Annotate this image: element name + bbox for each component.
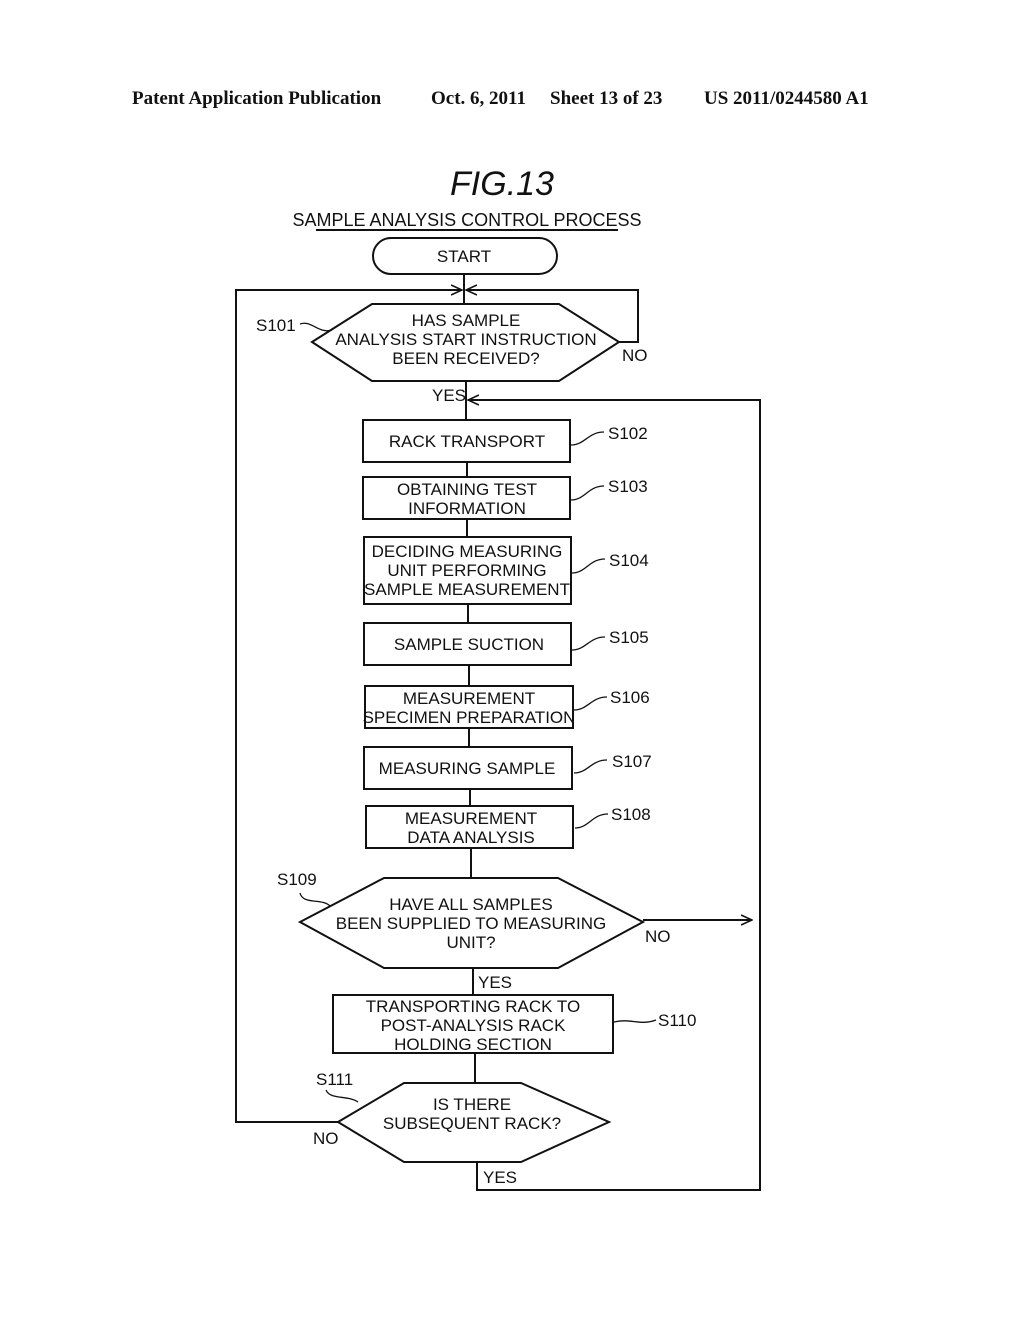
step-label-s110: S110 (658, 1011, 696, 1030)
leader-s109 (299, 892, 331, 907)
s108-line-2: DATA ANALYSIS (407, 828, 535, 847)
node-start: START (372, 237, 558, 275)
s101-line-2: ANALYSIS START INSTRUCTION (335, 330, 596, 349)
s101-line-1: HAS SAMPLE (412, 311, 521, 330)
step-label-s111: S111 (316, 1070, 353, 1089)
s104-line-1: DECIDING MEASURING (372, 542, 563, 561)
node-s101: HAS SAMPLE ANALYSIS START INSTRUCTION BE… (256, 303, 648, 405)
s111-line-1: IS THERE (433, 1095, 511, 1114)
leader-s106 (573, 696, 608, 711)
leader-s105 (571, 636, 606, 651)
figure-subtitle: SAMPLE ANALYSIS CONTROL PROCESS (292, 210, 641, 230)
s109-line-2: BEEN SUPPLIED TO MEASURING (336, 914, 607, 933)
leader-s110 (613, 1019, 657, 1023)
s103-line-2: INFORMATION (408, 499, 526, 518)
leader-s108 (574, 813, 609, 829)
node-s108: MEASUREMENT DATA ANALYSIS S108 (365, 805, 651, 849)
leader-s111 (325, 1089, 359, 1103)
step-label-s104: S104 (609, 551, 649, 570)
s110-line-1: TRANSPORTING RACK TO (366, 997, 580, 1016)
s101-no-label: NO (622, 346, 648, 365)
step-label-s107: S107 (612, 752, 652, 771)
s101-line-3: BEEN RECEIVED? (392, 349, 539, 368)
s104-line-2: UNIT PERFORMING (387, 561, 546, 580)
node-s111: IS THERE SUBSEQUENT RACK? S111 NO YES (313, 1070, 612, 1187)
step-label-s106: S106 (610, 688, 650, 707)
s101-yes-label: YES (432, 386, 466, 405)
s109-line-3: UNIT? (446, 933, 495, 952)
node-s104: DECIDING MEASURING UNIT PERFORMING SAMPL… (363, 536, 649, 605)
node-s105: SAMPLE SUCTION S105 (363, 622, 649, 666)
s106-line-1: MEASUREMENT (403, 689, 535, 708)
s109-yes-label: YES (478, 973, 512, 992)
s111-no-label: NO (313, 1129, 339, 1148)
figure-title: FIG.13 (450, 165, 554, 203)
start-label: START (437, 247, 491, 266)
leader-s103 (570, 485, 605, 501)
node-s102: RACK TRANSPORT S102 (362, 419, 648, 463)
step-label-s101: S101 (256, 316, 296, 335)
s111-yes-label: YES (483, 1168, 517, 1187)
s111-line-2: SUBSEQUENT RACK? (383, 1114, 561, 1133)
s104-line-3: SAMPLE MEASUREMENT (364, 580, 570, 599)
step-label-s102: S102 (608, 424, 648, 443)
s103-line-1: OBTAINING TEST (397, 480, 537, 499)
s109-line-1: HAVE ALL SAMPLES (389, 895, 552, 914)
step-label-s105: S105 (609, 628, 649, 647)
leader-s107 (573, 759, 608, 774)
step-label-s109: S109 (277, 870, 317, 889)
node-s110: TRANSPORTING RACK TO POST-ANALYSIS RACK … (332, 994, 696, 1054)
s105-line-1: SAMPLE SUCTION (394, 635, 544, 654)
s108-line-1: MEASUREMENT (405, 809, 537, 828)
node-s103: OBTAINING TEST INFORMATION S103 (362, 476, 648, 520)
node-s106: MEASUREMENT SPECIMEN PREPARATION S106 (363, 685, 650, 729)
s109-no-label: NO (645, 927, 671, 946)
s110-line-2: POST-ANALYSIS RACK (381, 1016, 567, 1035)
s107-line-1: MEASURING SAMPLE (379, 759, 556, 778)
leader-s102 (570, 431, 605, 446)
step-label-s103: S103 (608, 477, 648, 496)
leader-s104 (571, 558, 606, 574)
leader-s101 (299, 322, 333, 332)
s106-line-2: SPECIMEN PREPARATION (363, 708, 576, 727)
s110-line-3: HOLDING SECTION (394, 1035, 552, 1054)
flowchart: FIG.13 SAMPLE ANALYSIS CONTROL PROCESS S… (235, 165, 761, 1191)
node-s107: MEASURING SAMPLE S107 (363, 746, 652, 790)
s102-line-1: RACK TRANSPORT (389, 432, 545, 451)
step-label-s108: S108 (611, 805, 651, 824)
